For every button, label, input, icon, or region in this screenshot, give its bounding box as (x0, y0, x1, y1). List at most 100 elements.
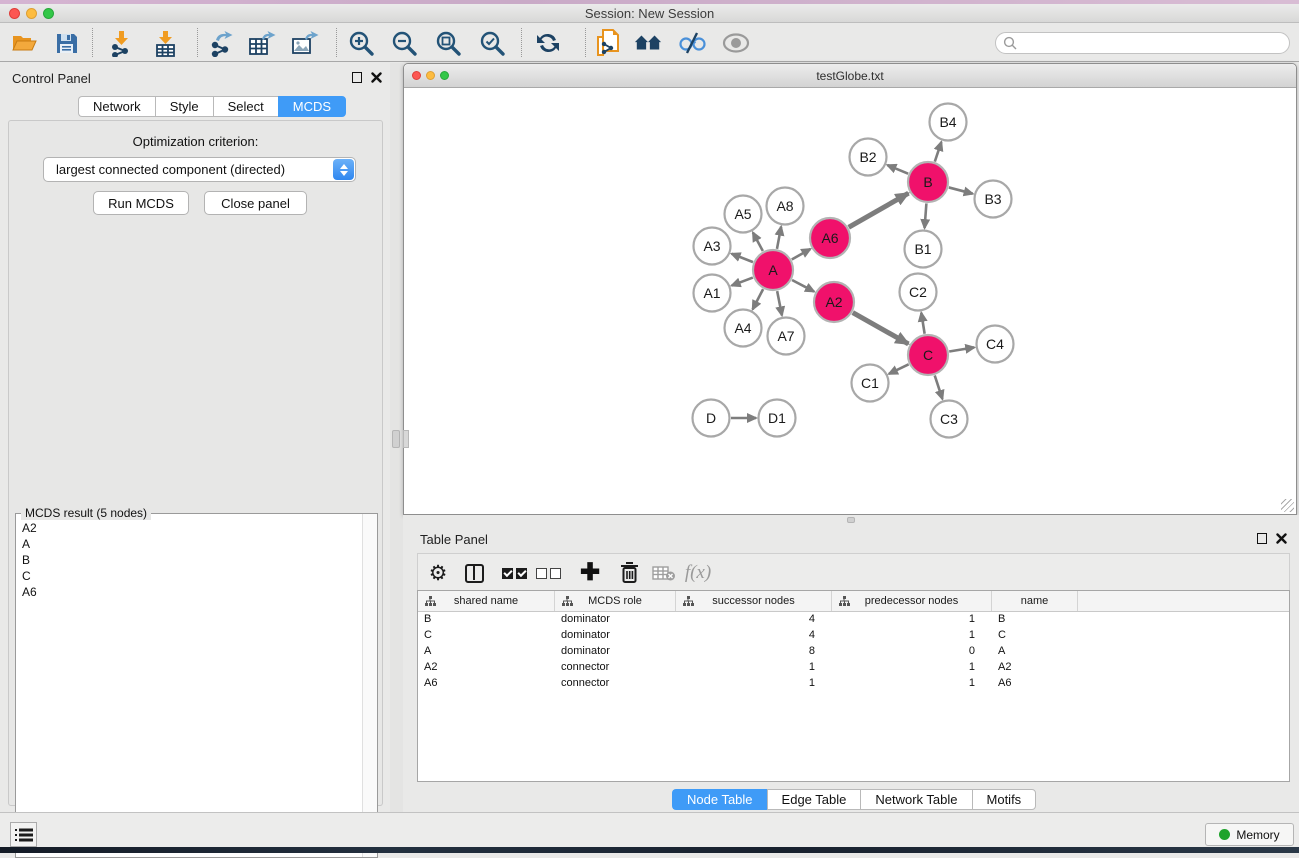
table-row[interactable]: A2connector11A2 (418, 660, 1289, 676)
graph-node-C1[interactable]: C1 (852, 365, 889, 402)
select-all-icon[interactable] (500, 559, 528, 587)
tab-network-table[interactable]: Network Table (860, 789, 971, 810)
home-layout-icon[interactable] (634, 29, 662, 57)
result-item[interactable]: A2 (16, 520, 361, 536)
edge-C-C1[interactable] (889, 364, 909, 374)
save-session-icon[interactable] (52, 29, 80, 57)
edge-A6-B[interactable] (849, 193, 909, 227)
table-row[interactable]: Bdominator41B (418, 612, 1289, 628)
open-file-icon[interactable] (10, 29, 38, 57)
function-builder-icon[interactable]: f(x) (680, 559, 716, 587)
graph-node-A[interactable]: A (753, 250, 793, 290)
network-from-file-icon[interactable] (594, 29, 622, 57)
column-header-predecessor-nodes[interactable]: predecessor nodes (832, 591, 992, 611)
edge-C-C4[interactable] (949, 347, 974, 351)
splitter-handle[interactable] (847, 517, 855, 523)
edge-A2-C[interactable] (853, 313, 909, 344)
tab-edge-table[interactable]: Edge Table (767, 789, 861, 810)
tab-style[interactable]: Style (155, 96, 213, 117)
cell-successor-nodes[interactable]: 8 (676, 644, 832, 660)
cell-shared-name[interactable]: A6 (418, 676, 555, 692)
cell-shared-name[interactable]: A2 (418, 660, 555, 676)
edge-A-A1[interactable] (732, 278, 753, 286)
edge-A-A5[interactable] (753, 233, 763, 252)
mcds-result-list[interactable]: A2ABCA6 (16, 520, 361, 600)
graph-node-C2[interactable]: C2 (900, 274, 937, 311)
graph-node-A2[interactable]: A2 (814, 282, 854, 322)
tab-node-table[interactable]: Node Table (672, 789, 767, 810)
column-header-successor-nodes[interactable]: successor nodes (676, 591, 832, 611)
close-view-button[interactable] (412, 71, 421, 80)
tab-mcds[interactable]: MCDS (278, 96, 346, 117)
show-details-icon[interactable] (722, 29, 750, 57)
column-header-shared-name[interactable]: shared name (418, 591, 555, 611)
tab-network[interactable]: Network (78, 96, 155, 117)
cell-predecessor-nodes[interactable]: 1 (832, 628, 992, 644)
cell-successor-nodes[interactable]: 1 (676, 660, 832, 676)
cell-predecessor-nodes[interactable]: 0 (832, 644, 992, 660)
network-left-scroll-thumb[interactable] (403, 430, 409, 448)
network-window-titlebar[interactable]: testGlobe.txt (404, 64, 1296, 88)
network-graph-canvas[interactable]: B4B2BB3A5A8A6A3B1AA1C2A2A4A7C4CC1C3DD1 (404, 88, 1296, 515)
cell-predecessor-nodes[interactable]: 1 (832, 660, 992, 676)
delete-column-icon[interactable] (615, 559, 643, 587)
cell-MCDS-role[interactable]: dominator (555, 628, 676, 644)
minimize-view-button[interactable] (426, 71, 435, 80)
cell-name[interactable]: C (992, 628, 1078, 644)
export-image-icon[interactable] (291, 29, 319, 57)
refresh-icon[interactable] (534, 29, 562, 57)
result-item[interactable]: A6 (16, 584, 361, 600)
cell-shared-name[interactable]: A (418, 644, 555, 660)
edge-C-C2[interactable] (921, 313, 924, 334)
float-panel-icon[interactable] (352, 72, 362, 83)
memory-button[interactable]: Memory (1205, 823, 1294, 846)
graph-node-B3[interactable]: B3 (975, 181, 1012, 218)
panel-splitter-vertical[interactable] (390, 63, 403, 816)
import-network-icon[interactable] (107, 29, 135, 57)
edge-A-A8[interactable] (777, 227, 781, 249)
cell-MCDS-role[interactable]: connector (555, 676, 676, 692)
panel-splitter-horizontal[interactable] (403, 515, 1299, 525)
edge-A-A6[interactable] (792, 249, 811, 259)
result-item[interactable]: C (16, 568, 361, 584)
tab-motifs[interactable]: Motifs (972, 789, 1037, 810)
run-mcds-button[interactable]: Run MCDS (93, 191, 189, 215)
cell-MCDS-role[interactable]: dominator (555, 644, 676, 660)
maximize-view-button[interactable] (440, 71, 449, 80)
deselect-all-icon[interactable] (534, 559, 562, 587)
task-history-button[interactable] (10, 822, 37, 847)
close-panel-icon[interactable] (371, 72, 382, 83)
edge-A-A4[interactable] (753, 289, 763, 309)
search-input[interactable] (995, 32, 1290, 54)
table-row[interactable]: Adominator80A (418, 644, 1289, 660)
close-panel-icon[interactable] (1276, 533, 1287, 544)
delete-table-icon[interactable] (650, 559, 678, 587)
zoom-fit-icon[interactable] (434, 29, 462, 57)
tab-select[interactable]: Select (213, 96, 278, 117)
table-row[interactable]: A6connector11A6 (418, 676, 1289, 692)
optimization-criterion-select[interactable]: largest connected component (directed) (43, 157, 356, 182)
zoom-in-icon[interactable] (347, 29, 375, 57)
result-scrollbar[interactable] (362, 514, 377, 857)
result-item[interactable]: B (16, 552, 361, 568)
edge-B-B3[interactable] (949, 187, 973, 193)
graph-node-B1[interactable]: B1 (905, 231, 942, 268)
export-network-icon[interactable] (207, 29, 235, 57)
cell-predecessor-nodes[interactable]: 1 (832, 676, 992, 692)
graph-node-D1[interactable]: D1 (759, 400, 796, 437)
graph-node-C4[interactable]: C4 (977, 326, 1014, 363)
cell-shared-name[interactable]: C (418, 628, 555, 644)
import-table-icon[interactable] (152, 29, 180, 57)
cell-name[interactable]: A (992, 644, 1078, 660)
table-settings-icon[interactable]: ⚙ (424, 559, 452, 587)
edge-C-C3[interactable] (935, 375, 943, 399)
float-panel-icon[interactable] (1257, 533, 1267, 544)
splitter-handle[interactable] (392, 430, 400, 448)
edge-A-A3[interactable] (732, 254, 753, 262)
hide-details-icon[interactable] (678, 29, 706, 57)
graph-node-B2[interactable]: B2 (850, 139, 887, 176)
graph-node-A6[interactable]: A6 (810, 218, 850, 258)
graph-node-A5[interactable]: A5 (725, 196, 762, 233)
cell-successor-nodes[interactable]: 4 (676, 628, 832, 644)
edge-B-B4[interactable] (935, 142, 942, 162)
